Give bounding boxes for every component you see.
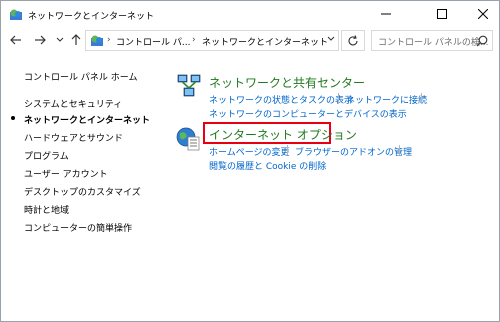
network-sharing-center-icon[interactable] (176, 73, 202, 99)
search-placeholder: コントロール パネルの検... (378, 38, 489, 48)
leftnav-user-accounts[interactable]: ユーザー アカウント (24, 167, 108, 180)
link-separator (287, 145, 288, 155)
search-input[interactable]: コントロール パネルの検... (371, 30, 493, 51)
control-panel-icon (90, 34, 104, 48)
refresh-button[interactable] (341, 30, 365, 51)
leftnav-hardware-sound[interactable]: ハードウェアとサウンド (24, 131, 123, 144)
manage-addons-link[interactable]: ブラウザーのアドオンの管理 (295, 145, 412, 158)
leftnav-clock-region[interactable]: 時計と地域 (24, 203, 69, 216)
link-separator (338, 93, 339, 103)
internet-options-title[interactable]: インターネット オプション (209, 126, 357, 143)
control-panel-window: ネットワークとインターネット › コントロール パ... › ネットワークとイン… (0, 0, 500, 322)
chevron-down-icon[interactable] (327, 35, 335, 44)
leftnav-control-panel-home[interactable]: コントロール パネル ホーム (24, 70, 137, 83)
title-bar: ネットワークとインターネット (1, 1, 499, 29)
leftnav-system-security[interactable]: システムとセキュリティ (24, 97, 122, 110)
refresh-icon (348, 34, 358, 45)
network-sharing-center-title[interactable]: ネットワークと共有センター (209, 74, 365, 91)
close-button[interactable] (460, 1, 500, 27)
breadcrumb-separator[interactable]: › (107, 35, 111, 45)
link-separator (421, 93, 422, 103)
maximize-button[interactable] (419, 1, 465, 27)
breadcrumb-network-internet[interactable]: ネットワークとインターネット (202, 35, 328, 48)
view-network-computers-link[interactable]: ネットワークのコンピューターとデバイスの表示 (209, 107, 407, 120)
control-panel-icon (9, 8, 23, 22)
leftnav-programs[interactable]: プログラム (24, 149, 69, 162)
back-button[interactable] (7, 31, 25, 49)
change-homepage-link[interactable]: ホームページの変更 (209, 145, 290, 158)
up-button[interactable] (67, 31, 85, 49)
link-separator (399, 145, 400, 155)
leftnav-appearance-personalization[interactable]: デスクトップのカスタマイズ (24, 185, 141, 198)
breadcrumb-separator[interactable]: › (192, 35, 196, 45)
view-network-status-link[interactable]: ネットワークの状態とタスクの表示 (209, 93, 353, 106)
forward-button[interactable] (31, 31, 49, 49)
leftnav-network-internet[interactable]: ネットワークとインターネット (24, 113, 150, 126)
leftnav-ease-of-access[interactable]: コンピューターの簡単操作 (24, 221, 132, 234)
window-title: ネットワークとインターネット (28, 12, 155, 22)
current-item-bullet (11, 116, 15, 120)
minimize-button[interactable] (363, 1, 409, 27)
search-icon[interactable] (476, 35, 488, 47)
internet-options-icon[interactable] (175, 126, 201, 152)
breadcrumb-control-panel[interactable]: コントロール パ... (116, 35, 190, 48)
address-bar[interactable]: › コントロール パ... › ネットワークとインターネット (85, 30, 339, 51)
connect-to-network-link[interactable]: ネットワークに接続 (346, 93, 427, 106)
delete-history-cookies-link[interactable]: 閲覧の履歴と Cookie の削除 (209, 159, 326, 172)
